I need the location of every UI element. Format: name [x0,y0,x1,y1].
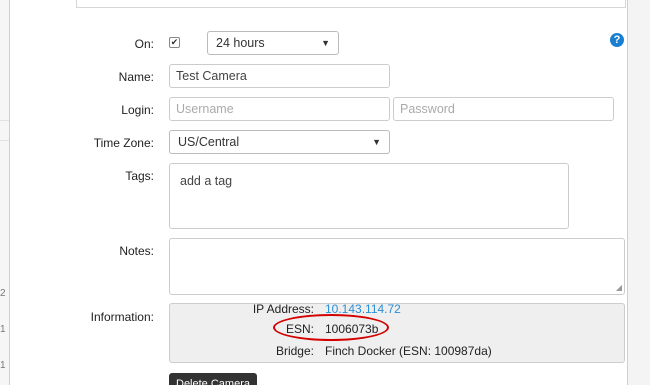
duration-select[interactable]: 24 hours ▼ [207,31,339,55]
background-row-number: 2 [0,288,6,299]
information-panel: IP Address: 10.143.114.72 ESN: 1006073b … [169,303,625,363]
name-input[interactable]: Test Camera [169,64,390,88]
delete-camera-button[interactable]: Delete Camera [169,373,257,385]
chevron-down-icon: ▼ [321,38,330,48]
resize-handle-icon[interactable]: ◢ [616,283,622,292]
on-checkbox[interactable]: ✔ [169,37,180,48]
timezone-select[interactable]: US/Central ▼ [169,130,390,154]
chevron-down-icon: ▼ [372,137,381,147]
duration-value: 24 hours [216,36,265,50]
background-row-number: 1 [0,360,6,371]
login-label: Login: [121,103,154,117]
password-input[interactable]: Password [393,97,614,121]
notes-label: Notes: [119,244,154,258]
information-label: Information: [90,310,154,324]
notes-textarea[interactable]: ◢ [169,238,625,295]
question-circle-icon[interactable]: ? [610,33,624,47]
timezone-label: Time Zone: [93,136,154,150]
tags-placeholder: add a tag [180,174,233,188]
dialog-top-bar [76,0,626,8]
on-label: On: [134,37,154,51]
username-input[interactable]: Username [169,97,390,121]
timezone-value: US/Central [178,135,240,149]
esn-highlight-annotation [273,314,389,341]
background-row-divider [0,120,9,121]
tags-label: Tags: [125,169,154,183]
info-key: Bridge: [275,344,314,358]
info-key: IP Address: [252,303,314,316]
camera-settings-dialog: On: ✔ 24 hours ▼ ? Name: Test Camera Log… [9,0,628,385]
name-label: Name: [118,70,154,84]
tags-input[interactable]: add a tag [169,163,569,229]
info-value: Finch Docker (ESN: 100987da) [325,344,492,358]
background-row-divider [0,140,9,141]
background-row-number: 1 [0,324,6,335]
background-panel-right [628,0,650,385]
